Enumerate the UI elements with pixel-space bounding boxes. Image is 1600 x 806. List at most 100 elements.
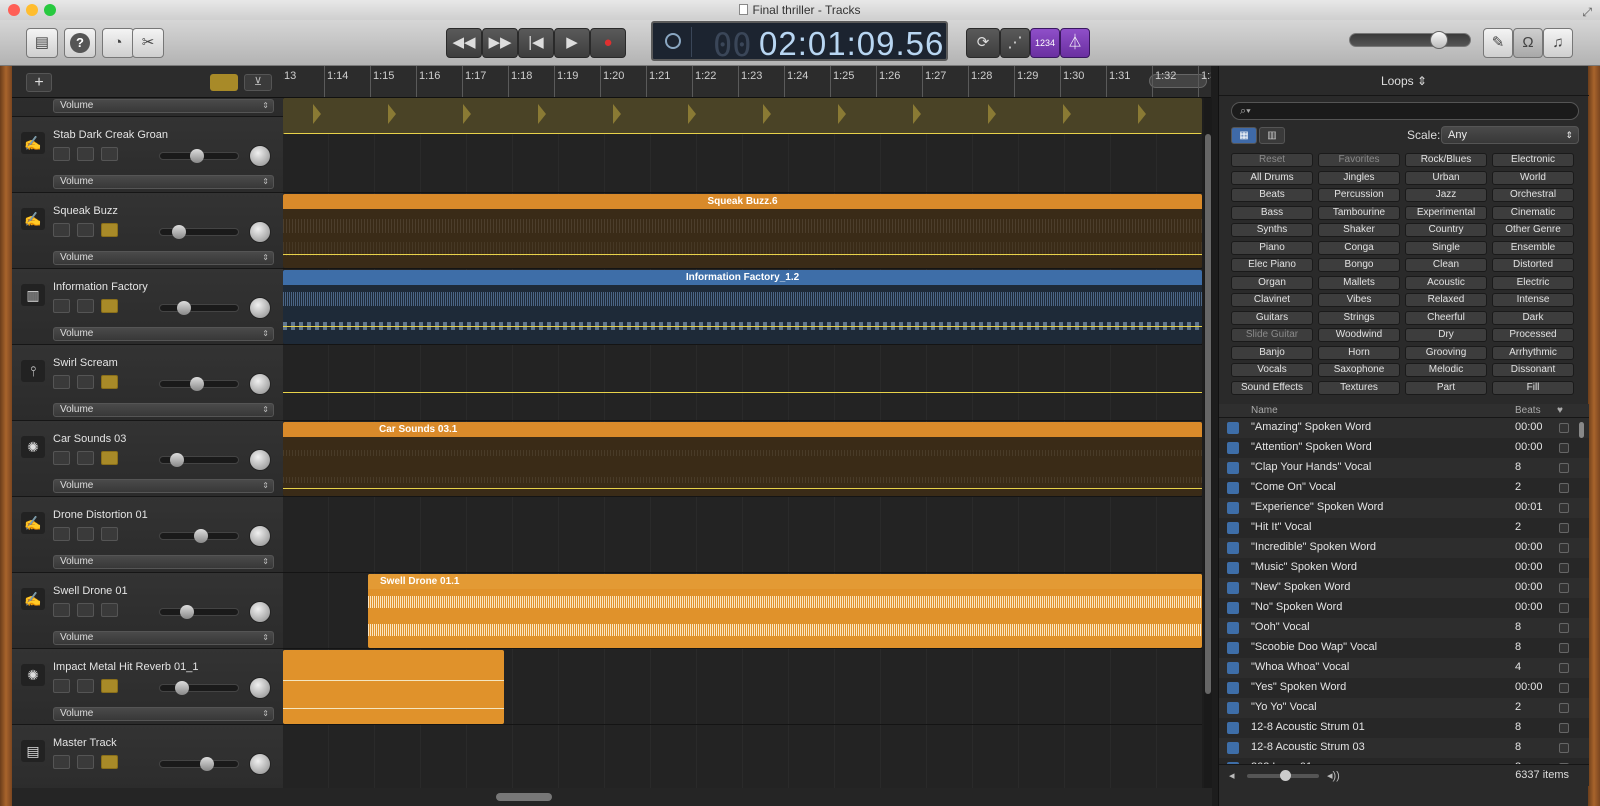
- preview-volume-slider[interactable]: [1247, 770, 1319, 781]
- go-to-beginning-button[interactable]: |◀: [518, 28, 554, 58]
- loop-row[interactable]: "Incredible" Spoken Word 00:00: [1219, 538, 1589, 558]
- keyword-button[interactable]: Favorites: [1318, 153, 1400, 167]
- horizontal-scrollbar[interactable]: [283, 788, 1212, 806]
- volume-knob[interactable]: [170, 453, 184, 467]
- show-automation-button[interactable]: [210, 74, 238, 91]
- pan-knob[interactable]: [249, 145, 271, 167]
- track-header[interactable]: ✍ Swell Drone 01 Volume ⇕: [12, 573, 283, 649]
- keyword-button[interactable]: Bongo: [1318, 258, 1400, 272]
- automation-toggle[interactable]: [101, 223, 118, 237]
- track-lane[interactable]: [283, 725, 1202, 788]
- volume-slider[interactable]: [159, 149, 239, 163]
- scale-select[interactable]: Any ⇕: [1441, 126, 1579, 144]
- keyword-button[interactable]: Other Genre: [1492, 223, 1574, 237]
- keyword-button[interactable]: Sound Effects: [1231, 380, 1313, 395]
- loop-row[interactable]: "Come On" Vocal 2: [1219, 478, 1589, 498]
- pan-knob[interactable]: [249, 677, 271, 699]
- keyword-button[interactable]: Synths: [1231, 223, 1313, 237]
- keyword-button[interactable]: Jazz: [1405, 188, 1487, 202]
- keyword-button[interactable]: Clean: [1405, 258, 1487, 272]
- keyword-button[interactable]: Acoustic: [1405, 275, 1487, 290]
- keyword-button[interactable]: Vibes: [1318, 293, 1400, 307]
- keyword-button[interactable]: Electronic: [1492, 153, 1574, 167]
- lcd-display[interactable]: 00 02:01:09.56: [651, 21, 948, 64]
- favorite-checkbox[interactable]: [1559, 483, 1569, 493]
- loop-row[interactable]: "Hit It" Vocal 2: [1219, 518, 1589, 538]
- notepad-button[interactable]: ✎: [1483, 28, 1513, 58]
- track-header[interactable]: ✍ Stab Dark Creak Groan Volume ⇕: [12, 117, 283, 193]
- favorite-checkbox[interactable]: [1559, 743, 1569, 753]
- loop-row[interactable]: "No" Spoken Word 00:00: [1219, 598, 1589, 618]
- keyword-button[interactable]: Electric: [1492, 275, 1574, 290]
- record-button[interactable]: ●: [590, 28, 626, 58]
- keyword-button[interactable]: Reset: [1231, 153, 1313, 167]
- keyword-button[interactable]: Shaker: [1318, 223, 1400, 237]
- favorite-checkbox[interactable]: [1559, 443, 1569, 453]
- add-track-button[interactable]: +: [26, 73, 52, 92]
- volume-knob[interactable]: [190, 377, 204, 391]
- track-header[interactable]: ✺ Car Sounds 03 Volume ⇕: [12, 421, 283, 497]
- volume-knob[interactable]: [180, 605, 194, 619]
- keyword-button[interactable]: Jingles: [1318, 170, 1400, 185]
- keyword-button[interactable]: Single: [1405, 240, 1487, 255]
- loop-row[interactable]: 12-8 Acoustic Strum 03 8: [1219, 738, 1589, 758]
- audio-region[interactable]: Car Sounds 03.1: [283, 422, 1202, 496]
- automation-parameter-select[interactable]: Volume ⇕: [53, 99, 274, 113]
- volume-knob[interactable]: [200, 757, 214, 771]
- automation-parameter-select[interactable]: Volume ⇕: [53, 631, 274, 645]
- zoom-window-button[interactable]: [44, 4, 56, 16]
- keyword-button[interactable]: Orchestral: [1492, 188, 1574, 202]
- keyword-button[interactable]: Bass: [1231, 205, 1313, 220]
- loop-row[interactable]: "Yes" Spoken Word 00:00: [1219, 678, 1589, 698]
- loop-row[interactable]: "Ooh" Vocal 8: [1219, 618, 1589, 638]
- loop-search-input[interactable]: ⌕▾: [1231, 102, 1579, 120]
- master-volume-knob[interactable]: [1430, 31, 1448, 49]
- automation-parameter-select[interactable]: Volume ⇕: [53, 707, 274, 721]
- headphones-icon[interactable]: [77, 755, 94, 769]
- keyword-button[interactable]: Piano: [1231, 240, 1313, 255]
- keyword-button[interactable]: Textures: [1318, 380, 1400, 395]
- tracks-workspace[interactable]: Squeak Buzz.6 Information Factory_1.2 Car …: [283, 98, 1202, 788]
- volume-knob[interactable]: [194, 529, 208, 543]
- loop-row[interactable]: "Clap Your Hands" Vocal 8: [1219, 458, 1589, 478]
- automation-toggle[interactable]: [101, 755, 118, 769]
- smart-controls-button[interactable]: ◔: [102, 28, 134, 58]
- volume-slider[interactable]: [159, 757, 239, 771]
- favorite-checkbox[interactable]: [1559, 603, 1569, 613]
- volume-slider[interactable]: [159, 453, 239, 467]
- keyword-button[interactable]: Elec Piano: [1231, 258, 1313, 272]
- mute-button[interactable]: [53, 679, 70, 693]
- pan-knob[interactable]: [249, 221, 271, 243]
- keyword-button[interactable]: Fill: [1492, 380, 1574, 395]
- track-header[interactable]: ▥ Information Factory Volume ⇕: [12, 269, 283, 345]
- keyword-button[interactable]: Strings: [1318, 310, 1400, 325]
- mute-button[interactable]: [53, 375, 70, 389]
- fullscreen-icon[interactable]: ⤢: [1582, 2, 1592, 22]
- keyword-button[interactable]: Urban: [1405, 170, 1487, 185]
- headphones-icon[interactable]: [77, 679, 94, 693]
- automation-toggle[interactable]: [101, 299, 118, 313]
- automation-parameter-select[interactable]: Volume ⇕: [53, 555, 274, 569]
- track-header[interactable]: ✍ Drone Distortion 01 Volume ⇕: [12, 497, 283, 573]
- count-in-button[interactable]: 1234: [1030, 28, 1060, 58]
- volume-knob[interactable]: [175, 681, 189, 695]
- rewind-button[interactable]: ◀◀: [446, 28, 482, 58]
- mute-button[interactable]: [53, 223, 70, 237]
- keyword-button[interactable]: Dissonant: [1492, 363, 1574, 377]
- favorite-checkbox[interactable]: [1559, 523, 1569, 533]
- automation-parameter-select[interactable]: Volume ⇕: [53, 251, 274, 265]
- automation-toggle[interactable]: [101, 527, 118, 541]
- keyword-button[interactable]: Dry: [1405, 328, 1487, 342]
- column-view-toggle[interactable]: ▥: [1259, 127, 1285, 144]
- name-column-header[interactable]: Name: [1251, 405, 1278, 416]
- keyword-button[interactable]: Ensemble: [1492, 240, 1574, 255]
- headphones-icon[interactable]: [77, 223, 94, 237]
- catch-playhead-button[interactable]: ⊻: [244, 74, 272, 91]
- keyword-button[interactable]: All Drums: [1231, 170, 1313, 185]
- automation-parameter-select[interactable]: Volume ⇕: [53, 403, 274, 417]
- track-header[interactable]: ⫯ Swirl Scream Volume ⇕: [12, 345, 283, 421]
- keyword-button[interactable]: Relaxed: [1405, 293, 1487, 307]
- loop-row[interactable]: "Amazing" Spoken Word 00:00: [1219, 418, 1589, 438]
- region-partial[interactable]: [283, 98, 1202, 134]
- keyword-button[interactable]: Horn: [1318, 345, 1400, 360]
